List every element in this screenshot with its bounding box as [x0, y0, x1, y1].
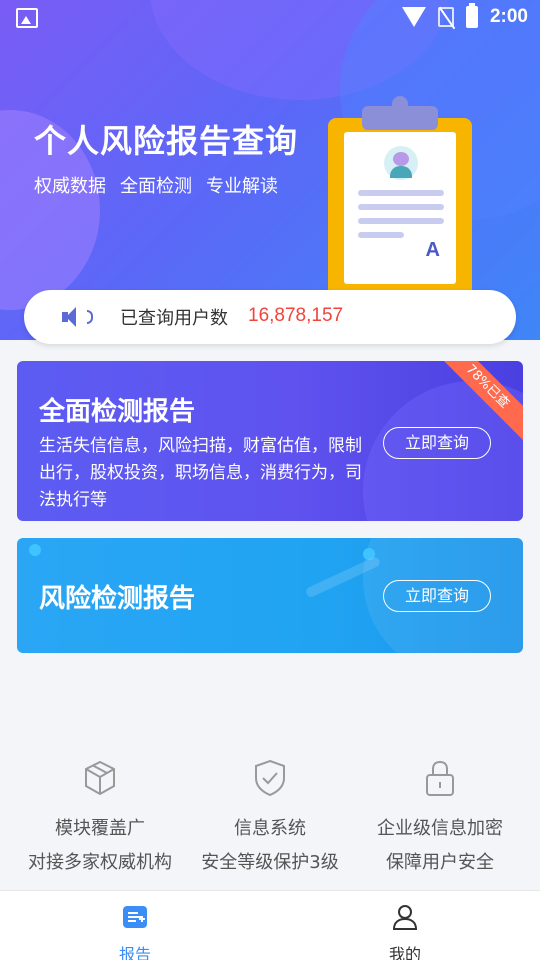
tab-label: 报告 [118, 945, 151, 960]
user-count-label: 已查询用户数 [120, 308, 228, 329]
wifi-icon [401, 7, 426, 27]
full-report-query-button[interactable]: 立即查询 [383, 427, 491, 459]
feature-item: 信息系统 安全等级保护3级 [180, 758, 360, 874]
hero-tag: 权威数据 [34, 176, 106, 197]
speaker-icon [62, 307, 84, 327]
clipboard-illustration: A [328, 96, 472, 296]
feature-item: 模块覆盖广 对接多家权威机构 [10, 758, 190, 874]
status-time: 2:00 [489, 6, 528, 27]
avatar-icon [384, 146, 418, 180]
cube-icon [85, 760, 115, 796]
card-title: 全面检测报告 [39, 397, 196, 427]
hero-tag: 专业解读 [206, 176, 278, 197]
gallery-icon [16, 8, 38, 28]
risk-report-card[interactable]: 风险检测报告 立即查询 [17, 538, 523, 653]
feature-subtitle: 保障用户安全 [386, 852, 494, 873]
user-count-value: 16,878,157 [248, 305, 344, 326]
user-count-bar: 已查询用户数 16,878,157 [24, 290, 516, 344]
feature-item: 企业级信息加密 保障用户安全 [350, 758, 530, 874]
hero-tag: 全面检测 [120, 176, 192, 197]
feature-title: 企业级信息加密 [377, 818, 503, 839]
feature-subtitle: 对接多家权威机构 [28, 852, 172, 873]
feature-title: 信息系统 [234, 818, 306, 839]
hero-banner: 2:00 个人风险报告查询 权威数据 全面检测 专业解读 A [0, 0, 540, 340]
feature-title: 模块覆盖广 [55, 818, 145, 839]
full-report-card[interactable]: 全面检测报告 生活失信信息，风险扫描，财富估值，限制出行，股权投资，职场信息，消… [17, 361, 523, 521]
no-sim-icon [437, 7, 454, 27]
status-bar: 2:00 [0, 0, 540, 38]
card-description: 生活失信信息，风险扫描，财富估值，限制出行，股权投资，职场信息，消费行为，司法执… [39, 436, 362, 510]
card-title: 风险检测报告 [39, 584, 196, 614]
hero-title: 个人风险报告查询 [34, 122, 299, 160]
user-icon [392, 905, 418, 930]
feature-list: 模块覆盖广 对接多家权威机构 信息系统 安全等级保护3级 企业级信息加密 保障用… [0, 758, 540, 878]
hero-subtitle: 权威数据 全面检测 专业解读 [34, 172, 278, 198]
tab-label: 我的 [388, 945, 421, 960]
report-icon [123, 906, 147, 928]
risk-report-query-button[interactable]: 立即查询 [383, 580, 491, 612]
lock-icon [426, 760, 454, 796]
battery-icon [465, 3, 478, 28]
shield-check-icon [255, 759, 285, 797]
tab-report[interactable]: 报告 [95, 903, 175, 960]
tab-mine[interactable]: 我的 [365, 903, 445, 960]
feature-subtitle: 安全等级保护3级 [201, 852, 339, 873]
grade-label: A [425, 239, 440, 261]
bottom-tab-bar: 报告 我的 [0, 890, 540, 960]
